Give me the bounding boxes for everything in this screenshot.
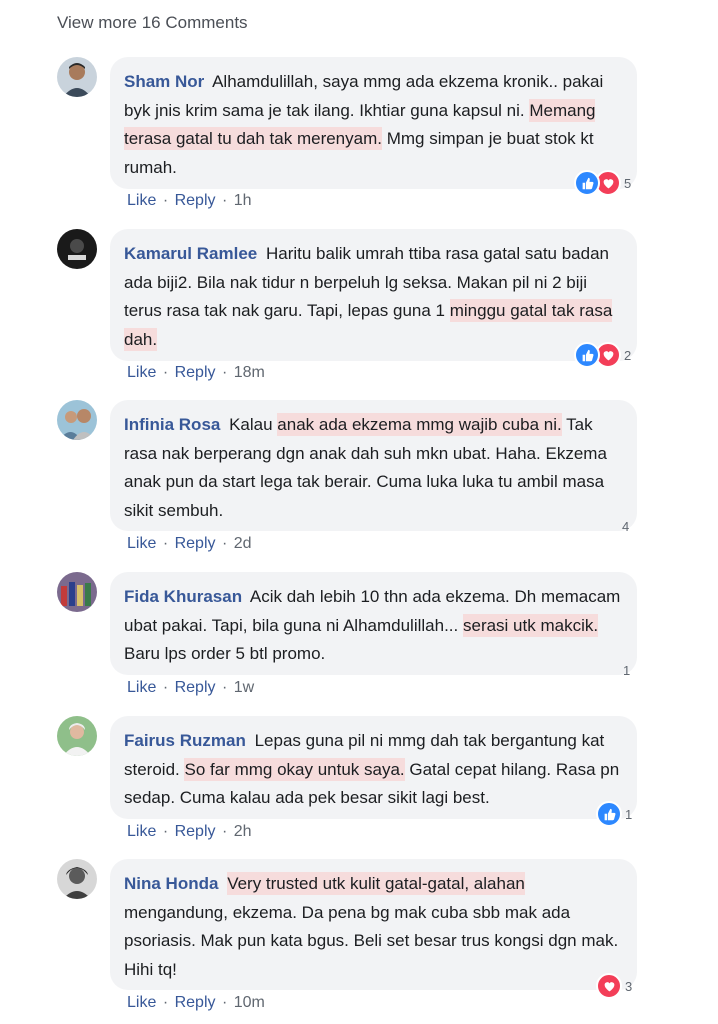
comment-text: Kalau [229, 415, 278, 434]
comment-actions: Like · Reply · 18m [127, 364, 265, 382]
reply-link[interactable]: Reply [175, 535, 216, 552]
avatar[interactable] [57, 57, 97, 97]
heart-icon [596, 973, 622, 999]
view-more-comments-link[interactable]: View more 16 Comments [57, 13, 248, 33]
reaction-summary[interactable]: 4 [619, 514, 629, 538]
separator: · [162, 994, 169, 1011]
reply-link[interactable]: Reply [175, 823, 216, 840]
comment-timestamp[interactable]: 1w [234, 679, 254, 696]
reaction-summary[interactable]: 1 [620, 658, 630, 682]
reaction-summary[interactable]: 2 [574, 342, 632, 368]
reply-link[interactable]: Reply [175, 364, 216, 381]
comment-bubble: Kamarul Ramlee Haritu balik umrah ttiba … [110, 229, 637, 361]
comment-timestamp[interactable]: 1h [234, 192, 252, 209]
comment-actions: Like · Reply · 1h [127, 192, 252, 210]
like-link[interactable]: Like [127, 192, 156, 209]
reaction-count: 4 [622, 518, 630, 534]
comment-highlight: anak ada ekzema mmg wajib cuba ni. [277, 413, 562, 436]
avatar[interactable] [57, 859, 97, 899]
like-link[interactable]: Like [127, 535, 156, 552]
comment-timestamp[interactable]: 2d [234, 535, 252, 552]
comment-timestamp[interactable]: 10m [234, 994, 265, 1011]
comment-author[interactable]: Sham Nor [124, 72, 204, 91]
comment-bubble: Nina Honda Very trusted utk kulit gatal-… [110, 859, 637, 990]
comment-bubble: Sham Nor Alhamdulillah, saya mmg ada ekz… [110, 57, 637, 189]
comment-bubble: Infinia Rosa Kalau anak ada ekzema mmg w… [110, 400, 637, 531]
like-icon [574, 342, 600, 368]
reply-link[interactable]: Reply [175, 994, 216, 1011]
comment-actions: Like · Reply · 1w [127, 679, 254, 697]
separator: · [221, 994, 228, 1011]
comment-author[interactable]: Fairus Ruzman [124, 731, 246, 750]
separator: · [221, 364, 228, 381]
like-link[interactable]: Like [127, 823, 156, 840]
comment-highlight: serasi utk makcik. [462, 613, 599, 637]
reaction-count: 5 [624, 175, 632, 191]
separator: · [162, 679, 169, 696]
reaction-count: 3 [625, 978, 633, 994]
comment-bubble: Fairus Ruzman Lepas guna pil ni mmg dah … [110, 716, 637, 819]
separator: · [162, 364, 169, 381]
comment-text-end: mengandung, ekzema. Da pena bg mak cuba … [124, 902, 619, 979]
separator: · [221, 192, 228, 209]
reply-link[interactable]: Reply [175, 192, 216, 209]
avatar[interactable] [57, 716, 97, 756]
comment-text-end: Baru lps order 5 btl promo. [124, 644, 326, 663]
like-icon [574, 170, 600, 196]
reaction-count: 1 [623, 662, 631, 678]
avatar[interactable] [57, 229, 97, 269]
like-link[interactable]: Like [127, 994, 156, 1011]
separator: · [162, 192, 169, 209]
separator: · [162, 823, 169, 840]
comment-author[interactable]: Nina Honda [124, 874, 218, 893]
like-link[interactable]: Like [127, 679, 156, 696]
comment-timestamp[interactable]: 18m [234, 364, 265, 381]
comment-highlight: Very trusted utk kulit gatal-gatal, alah… [227, 872, 525, 895]
comment-timestamp[interactable]: 2h [234, 823, 252, 840]
comment-author[interactable]: Infinia Rosa [124, 415, 220, 434]
separator: · [221, 535, 228, 552]
comment-author[interactable]: Fida Khurasan [124, 587, 242, 606]
comment-actions: Like · Reply · 2d [127, 535, 252, 553]
reaction-summary[interactable]: 5 [574, 170, 632, 196]
reaction-count: 2 [624, 347, 632, 363]
separator: · [162, 535, 169, 552]
like-icon [596, 801, 622, 827]
reaction-count: 1 [625, 806, 633, 822]
reply-link[interactable]: Reply [175, 679, 216, 696]
avatar[interactable] [57, 400, 97, 440]
avatar[interactable] [57, 572, 97, 612]
comment-actions: Like · Reply · 10m [127, 994, 265, 1012]
comment-author[interactable]: Kamarul Ramlee [124, 244, 257, 263]
separator: · [221, 679, 228, 696]
comment-highlight: So far mmg okay untuk saya. [184, 757, 405, 781]
comment-actions: Like · Reply · 2h [127, 823, 252, 841]
comment-bubble: Fida Khurasan Acik dah lebih 10 thn ada … [110, 572, 637, 675]
separator: · [221, 823, 228, 840]
reaction-summary[interactable]: 1 [596, 801, 633, 827]
reaction-summary[interactable]: 3 [596, 973, 633, 999]
like-link[interactable]: Like [127, 364, 156, 381]
